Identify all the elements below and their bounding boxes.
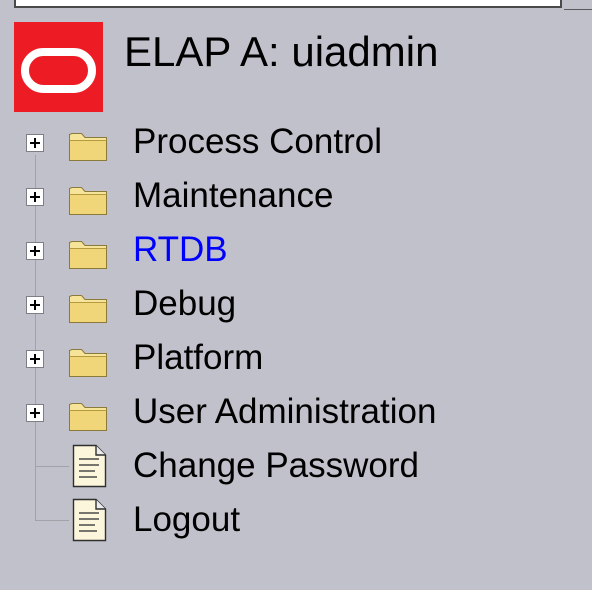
tree-item-platform[interactable]: Platform <box>0 331 592 385</box>
expand-plus-icon[interactable] <box>26 134 44 152</box>
tree-item-label[interactable]: User Administration <box>133 391 436 433</box>
expand-plus-icon[interactable] <box>26 296 44 314</box>
folder-icon <box>69 295 107 323</box>
navigation-tree: Process Control Maintenance RTDB Debug P… <box>0 0 592 590</box>
folder-icon <box>69 349 107 377</box>
expand-plus-icon[interactable] <box>26 350 44 368</box>
tree-item-label[interactable]: Logout <box>133 499 240 541</box>
tree-item-label[interactable]: Debug <box>133 283 236 325</box>
tree-item-change-password[interactable]: Change Password <box>0 439 592 493</box>
tree-item-logout[interactable]: Logout <box>0 493 592 547</box>
document-icon <box>72 498 107 542</box>
expand-plus-icon[interactable] <box>26 188 44 206</box>
expand-plus-icon[interactable] <box>26 404 44 422</box>
tree-item-process-control[interactable]: Process Control <box>0 115 592 169</box>
folder-icon <box>69 403 107 431</box>
tree-item-user-administration[interactable]: User Administration <box>0 385 592 439</box>
folder-icon <box>69 241 107 269</box>
tree-item-label[interactable]: RTDB <box>133 229 228 271</box>
tree-item-label[interactable]: Maintenance <box>133 175 333 217</box>
tree-item-debug[interactable]: Debug <box>0 277 592 331</box>
expand-plus-icon[interactable] <box>26 242 44 260</box>
tree-item-label[interactable]: Process Control <box>133 121 382 163</box>
folder-icon <box>69 187 107 215</box>
tree-item-rtdb[interactable]: RTDB <box>0 223 592 277</box>
folder-icon <box>69 133 107 161</box>
document-icon <box>72 444 107 488</box>
tree-item-label[interactable]: Change Password <box>133 445 419 487</box>
tree-item-label[interactable]: Platform <box>133 337 263 379</box>
tree-item-maintenance[interactable]: Maintenance <box>0 169 592 223</box>
